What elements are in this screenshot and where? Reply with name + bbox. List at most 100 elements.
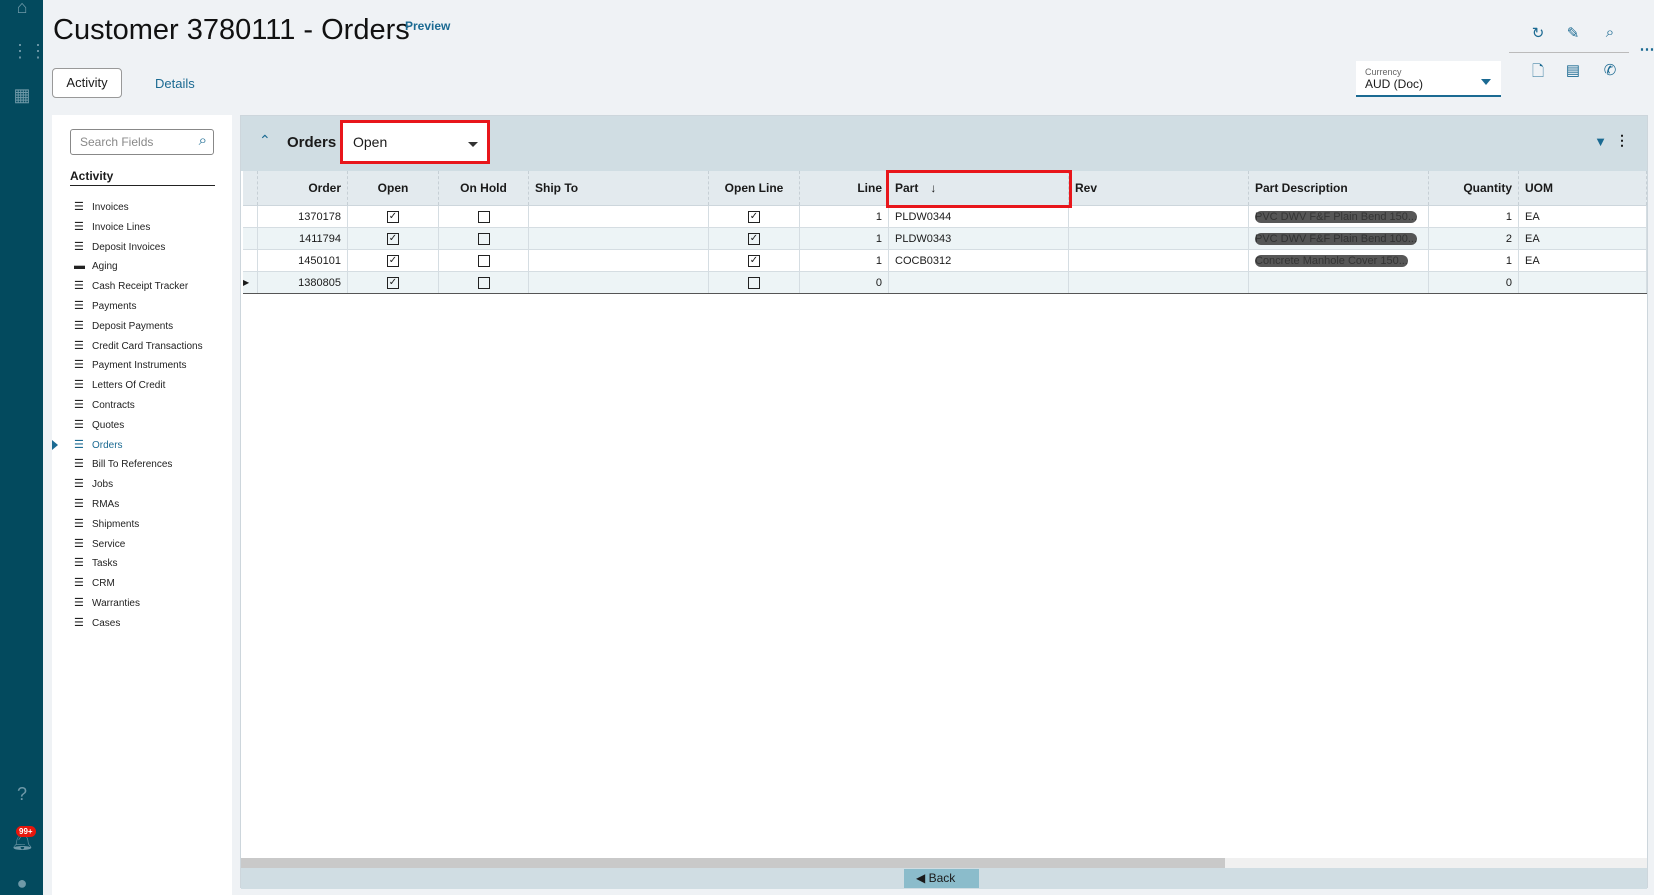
checked-checkbox-icon[interactable]: ✓ bbox=[387, 210, 399, 223]
column-header-line[interactable]: Line bbox=[800, 171, 889, 205]
checked-checkbox-icon[interactable]: ✓ bbox=[748, 254, 760, 267]
checked-checkbox-icon[interactable]: ✓ bbox=[387, 254, 399, 267]
tab-details[interactable]: Details bbox=[155, 76, 195, 91]
column-header-order[interactable]: Order bbox=[258, 171, 348, 205]
cell-value: EA bbox=[1525, 232, 1540, 245]
column-header-uom[interactable]: UOM bbox=[1519, 171, 1647, 205]
sidebar-item-jobs[interactable]: ☰ Jobs bbox=[74, 475, 113, 493]
checked-checkbox-icon[interactable]: ✓ bbox=[748, 210, 760, 223]
sidebar-item-tasks[interactable]: ☰ Tasks bbox=[74, 554, 118, 572]
search-placeholder: Search Fields bbox=[80, 135, 154, 149]
card-icon: ▬ bbox=[74, 260, 85, 273]
dashboard-icon[interactable]: ▦ bbox=[11, 84, 33, 106]
chevron-down-icon bbox=[1481, 79, 1491, 90]
checked-checkbox-icon[interactable]: ✓ bbox=[748, 232, 760, 245]
sidebar-item-label: Letters Of Credit bbox=[92, 380, 166, 392]
table-row[interactable]: ▶ 1380805 ✓ 0 0 bbox=[243, 272, 1647, 294]
row-selector[interactable] bbox=[243, 228, 258, 249]
refresh-icon[interactable]: ↻ bbox=[1527, 24, 1549, 42]
phone-list-icon[interactable]: ✆ bbox=[1599, 61, 1621, 79]
help-icon[interactable]: ? bbox=[11, 783, 33, 805]
row-selector[interactable] bbox=[243, 206, 258, 227]
cell-part bbox=[889, 272, 1069, 293]
list-icon: ☰ bbox=[74, 458, 84, 471]
column-header-quantity[interactable]: Quantity bbox=[1429, 171, 1519, 205]
unchecked-checkbox-icon[interactable] bbox=[477, 254, 490, 267]
cell-open: ✓ bbox=[348, 228, 439, 249]
back-button[interactable]: ◀ Back bbox=[904, 869, 979, 888]
currency-select[interactable]: Currency AUD (Doc) bbox=[1356, 61, 1501, 97]
sidebar-item-orders[interactable]: ☰ Orders bbox=[74, 436, 123, 454]
table-row[interactable]: 1370178 ✓ ✓ 1 PLDW0344 PVC DWV F&F Plain Bend… bbox=[243, 206, 1647, 228]
sidebar-item-quotes[interactable]: ☰ Quotes bbox=[74, 416, 124, 434]
list-icon: ☰ bbox=[74, 379, 84, 392]
column-header-open[interactable]: Open bbox=[348, 171, 439, 205]
redacted-text: PVC DWV F&F Plain Bend 150... bbox=[1255, 210, 1418, 223]
tab-activity[interactable]: Activity bbox=[52, 68, 122, 98]
sidebar-item-crm[interactable]: ☰ CRM bbox=[74, 574, 115, 592]
sidebar-item-warranties[interactable]: ☰ Warranties bbox=[74, 594, 140, 612]
more-icon[interactable]: ⋯ bbox=[1636, 40, 1654, 58]
search-fields-input[interactable]: Search Fields ⌕ bbox=[70, 129, 214, 155]
column-label: Ship To bbox=[535, 181, 579, 195]
sidebar-item-contracts[interactable]: ☰ Contracts bbox=[74, 396, 135, 414]
unchecked-checkbox-icon[interactable] bbox=[477, 210, 490, 223]
checked-checkbox-icon[interactable]: ✓ bbox=[387, 276, 399, 289]
home-icon[interactable]: ⌂ bbox=[11, 0, 33, 18]
column-header-part-description[interactable]: Part Description bbox=[1249, 171, 1429, 205]
column-label: Quantity bbox=[1463, 181, 1512, 195]
user-icon[interactable]: ● bbox=[11, 872, 33, 894]
cell-open: ✓ bbox=[348, 272, 439, 293]
sidebar-item-payments[interactable]: ☰ Payments bbox=[74, 297, 136, 315]
new-document-icon[interactable]: 🗋︎ bbox=[1527, 61, 1549, 86]
sidebar-item-invoices[interactable]: ☰ Invoices bbox=[74, 198, 129, 216]
column-header-open-line[interactable]: Open Line bbox=[709, 171, 800, 205]
currency-value: AUD (Doc) bbox=[1365, 77, 1424, 91]
card-notification-icon[interactable]: ▤ bbox=[1562, 61, 1584, 79]
orders-filter-dropdown[interactable]: Open bbox=[340, 120, 490, 164]
row-selector[interactable] bbox=[243, 250, 258, 271]
filter-icon[interactable]: ▼ bbox=[1594, 134, 1607, 149]
sidebar-item-aging[interactable]: ▬ Aging bbox=[74, 257, 118, 275]
sidebar-item-letters-of-credit[interactable]: ☰ Letters Of Credit bbox=[74, 376, 165, 394]
table-row[interactable]: 1411794 ✓ ✓ 1 PLDW0343 PVC DWV F&F Plain Bend… bbox=[243, 228, 1647, 250]
sidebar-item-bill-to-references[interactable]: ☰ Bill To References bbox=[74, 455, 172, 473]
column-header-ship-to[interactable]: Ship To bbox=[529, 171, 709, 205]
sidebar-item-invoice-lines[interactable]: ☰ Invoice Lines bbox=[74, 218, 150, 236]
apps-grid-icon[interactable]: ⋮⋮ bbox=[11, 40, 47, 62]
sidebar-item-service[interactable]: ☰ Service bbox=[74, 535, 125, 553]
cell-line: 1 bbox=[800, 206, 889, 227]
row-selector[interactable]: ▶ bbox=[243, 272, 258, 293]
checked-checkbox-icon[interactable]: ✓ bbox=[387, 232, 399, 245]
search-icon[interactable]: ⌕ bbox=[1599, 24, 1621, 41]
column-label: UOM bbox=[1525, 181, 1553, 195]
sidebar-item-cases[interactable]: ☰ Cases bbox=[74, 614, 120, 632]
collapse-icon[interactable]: ⌃ bbox=[259, 132, 271, 149]
column-header-rev[interactable]: Rev bbox=[1069, 171, 1249, 205]
unchecked-checkbox-icon[interactable] bbox=[477, 276, 490, 289]
sidebar-item-deposit-invoices[interactable]: ☰ Deposit Invoices bbox=[74, 238, 165, 256]
unchecked-checkbox-icon[interactable] bbox=[748, 276, 760, 289]
sidebar-item-rmas[interactable]: ☰ RMAs bbox=[74, 495, 119, 513]
sidebar-item-label: Payment Instruments bbox=[92, 360, 187, 372]
cell-value: 1411794 bbox=[298, 232, 341, 245]
cell-line: 0 bbox=[800, 272, 889, 293]
table-row[interactable]: 1450101 ✓ ✓ 1 COCB0312 Concrete Manhole Cover… bbox=[243, 250, 1647, 272]
notification-badge: 99+ bbox=[16, 826, 36, 837]
sidebar-item-cash-receipt-tracker[interactable]: ☰ Cash Receipt Tracker bbox=[74, 277, 188, 295]
unchecked-checkbox-icon[interactable] bbox=[477, 232, 490, 245]
sidebar-item-payment-instruments[interactable]: ☰ Payment Instruments bbox=[74, 356, 186, 374]
kebab-menu-icon[interactable]: ⋮ bbox=[1615, 132, 1629, 149]
column-header-on-hold[interactable]: On Hold bbox=[439, 171, 529, 205]
cell-value: EA bbox=[1525, 254, 1540, 267]
clear-brush-icon[interactable]: ✎ bbox=[1562, 24, 1584, 42]
horizontal-scrollbar[interactable] bbox=[241, 858, 1647, 868]
cell-rev bbox=[1069, 228, 1249, 249]
cell-order: 1450101 bbox=[258, 250, 348, 271]
cell-rev bbox=[1069, 206, 1249, 227]
sidebar-item-deposit-payments[interactable]: ☰ Deposit Payments bbox=[74, 317, 173, 335]
cell-value: 1450101 bbox=[298, 254, 341, 267]
sidebar-item-credit-card-transactions[interactable]: ☰ Credit Card Transactions bbox=[74, 337, 203, 355]
sidebar-item-shipments[interactable]: ☰ Shipments bbox=[74, 515, 139, 533]
list-icon: ☰ bbox=[74, 537, 84, 550]
